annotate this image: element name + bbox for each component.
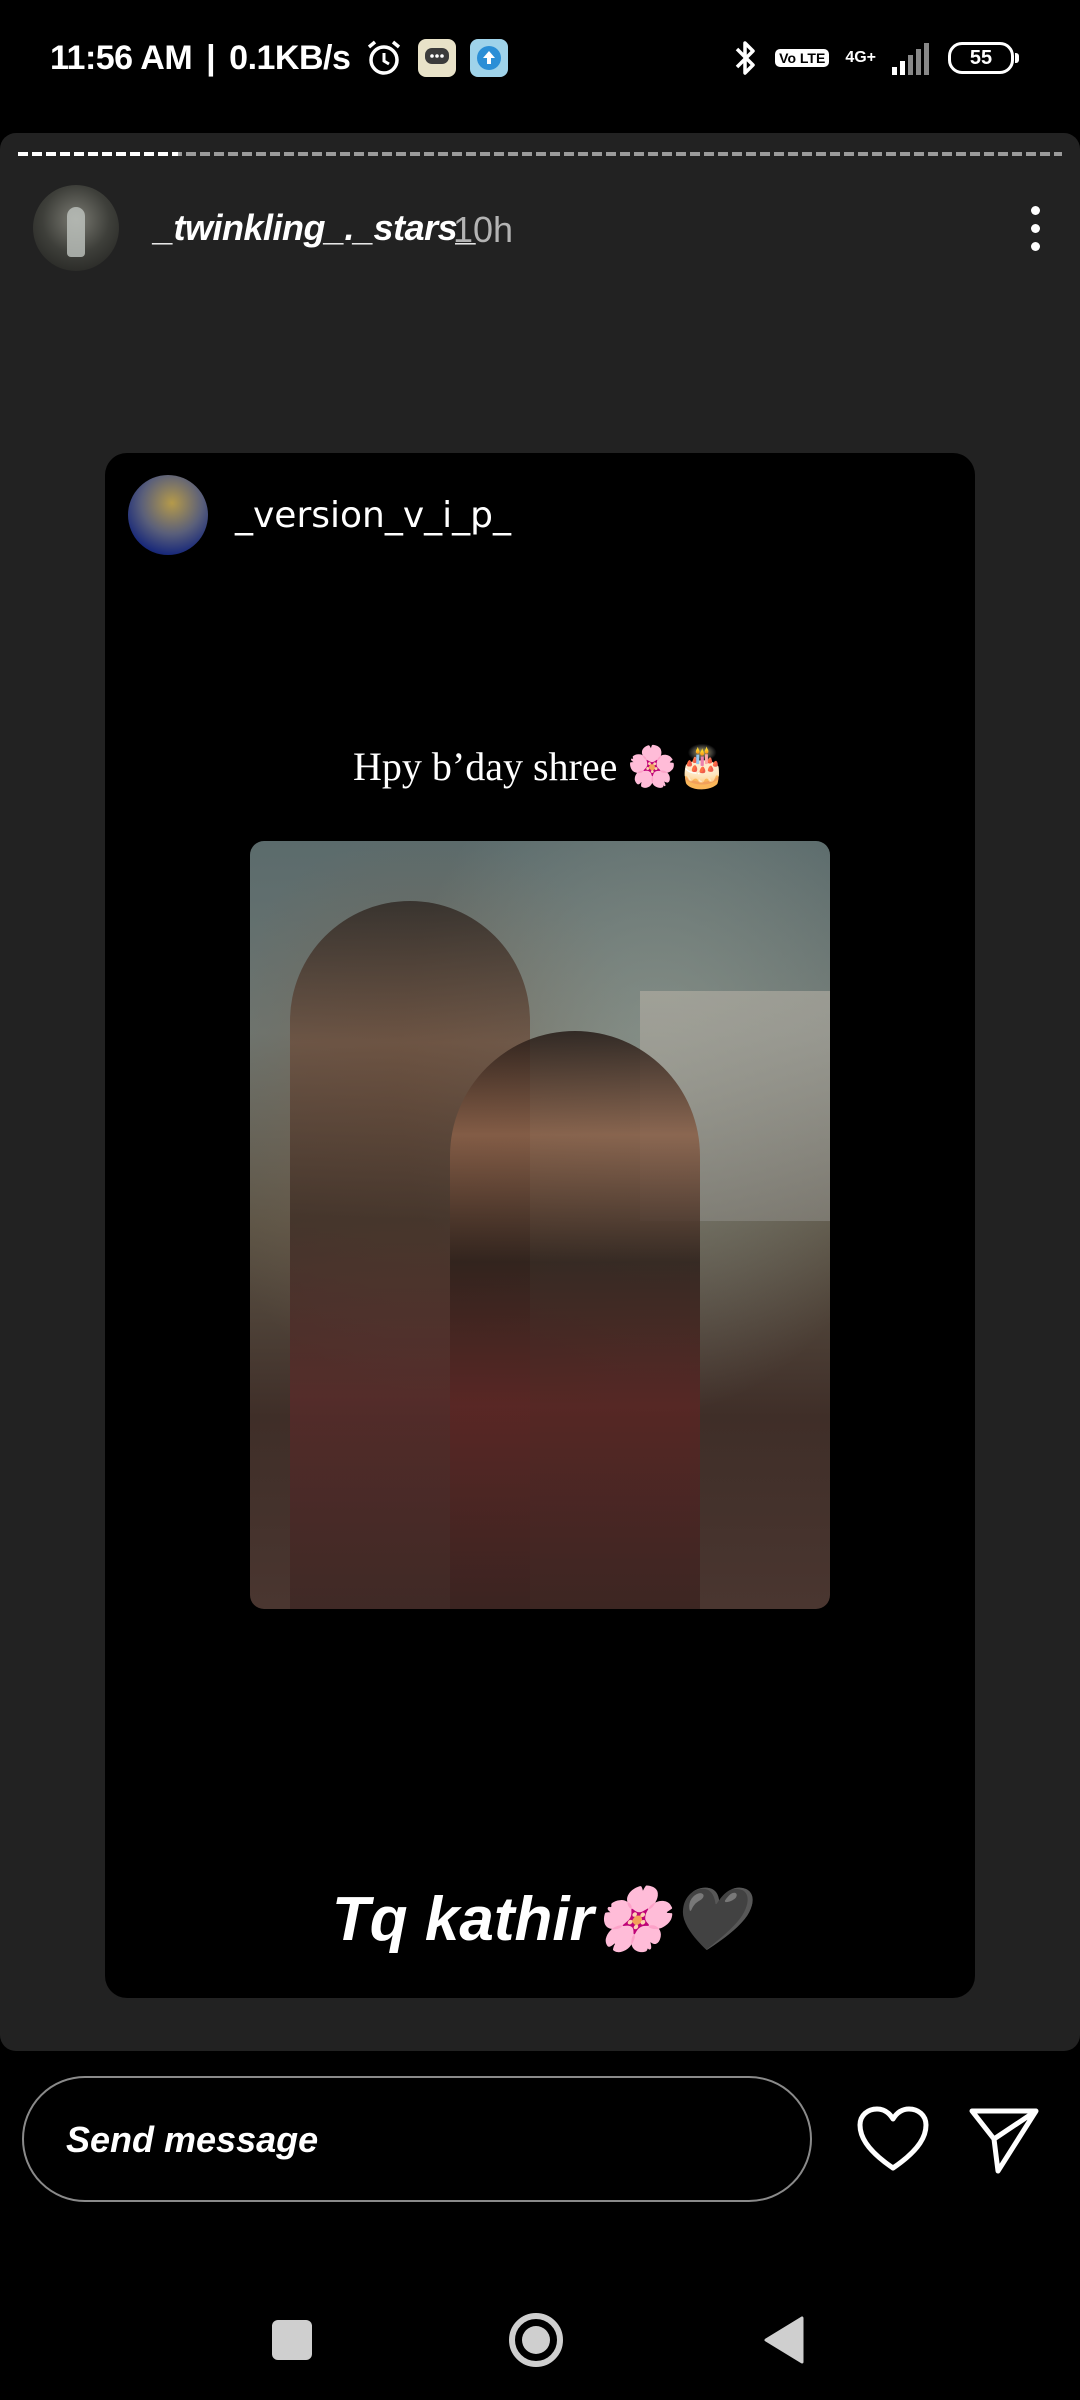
shared-post-text: Hpy b’day shree 🌸🎂 [353,744,727,789]
send-message-field[interactable] [22,2076,812,2202]
net-speed: 0.1KB/s [229,38,351,77]
story-header: _twinkling_._stars_ 10h [0,183,1080,283]
share-button[interactable] [966,2105,1042,2175]
shared-post-avatar[interactable] [128,475,208,555]
shared-post-photo [250,841,830,1609]
alarm-icon [364,38,404,78]
home-button[interactable] [504,2308,568,2372]
heart-icon [857,2106,929,2171]
paper-plane-icon [969,2108,1039,2174]
system-nav-bar [0,2280,1080,2400]
like-button[interactable] [855,2105,931,2175]
story-progress-bar [18,152,1062,156]
triangle-back-icon [764,2316,804,2364]
messages-app-icon [418,39,457,77]
status-right: Vo LTE 4G+ 55 [733,38,1019,78]
shared-post-username[interactable]: _version_v_i_p_ [235,495,511,536]
story-progress-fill [18,152,178,156]
status-separator: | [206,38,216,77]
send-message-input[interactable] [64,2078,768,2202]
signal-icon [892,41,932,75]
recents-button[interactable] [260,2308,324,2372]
battery-indicator: 55 [948,42,1019,74]
circle-icon [509,2313,563,2367]
square-icon [272,2320,312,2360]
status-bar: 11:56 AM | 0.1KB/s Vo LTE 4G+ 55 [0,0,1080,120]
shared-post-card[interactable]: _version_v_i_p_ Hpy b’day shree 🌸🎂 [105,453,975,1998]
status-left: 11:56 AM | 0.1KB/s [50,38,509,78]
more-dot-icon [1030,241,1040,251]
more-dot-icon [1030,205,1040,215]
story-owner-username[interactable]: _twinkling_._stars_ [154,207,477,249]
status-time: 11:56 AM [50,38,193,77]
photo-person-center [450,1031,700,1609]
story-viewer[interactable]: _twinkling_._stars_ 10h _version_v_i_p_ … [0,133,1080,2051]
back-button[interactable] [752,2308,816,2372]
more-dot-icon [1030,223,1040,233]
story-time-ago: 10h [453,209,514,250]
bluetooth-icon [733,38,759,78]
network-type: 4G+ [845,49,876,66]
story-caption: Tq kathir🌸🖤 [331,1885,749,1954]
volte-badge: Vo LTE [775,49,830,67]
upload-app-icon [470,39,509,77]
more-options-button[interactable] [1006,193,1064,263]
story-owner-avatar[interactable] [33,185,119,271]
